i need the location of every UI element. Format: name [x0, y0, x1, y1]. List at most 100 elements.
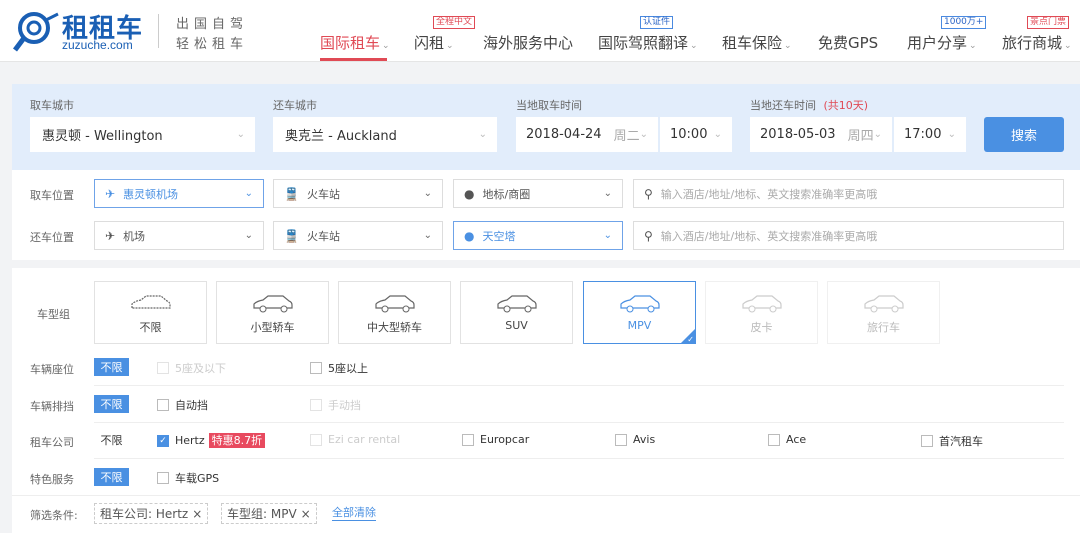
car-type-card-any[interactable]: 不限: [94, 281, 207, 344]
chevron-down-icon: ⌄: [690, 41, 698, 51]
avis-checkbox[interactable]: Avis: [615, 433, 655, 446]
chevron-down-icon: ⌄: [603, 188, 612, 199]
pickup-city-select[interactable]: 惠灵顿 - Wellington ⌄: [30, 117, 255, 152]
return-landmark-select[interactable]: ● 天空塔 ⌄: [453, 221, 623, 250]
nav-service-center[interactable]: 海外服务中心: [483, 32, 573, 53]
return-time-select[interactable]: 17:00 ⌄: [894, 117, 966, 152]
chevron-down-icon: ⌄: [423, 188, 432, 199]
company-label: 租车公司: [30, 436, 74, 449]
option-label: Europcar: [480, 433, 530, 446]
chevron-down-icon: ⌄: [784, 41, 792, 51]
ace-checkbox[interactable]: Ace: [768, 433, 806, 446]
pickup-location-label: 取车位置: [30, 189, 74, 202]
pickup-train-select[interactable]: 🚆 火车站 ⌄: [273, 179, 443, 208]
nav-badge: 认证件: [640, 16, 674, 29]
divider: [94, 385, 1064, 386]
car-icon: [863, 295, 904, 313]
car-type-label: 皮卡: [750, 321, 773, 334]
logo-divider: [158, 14, 159, 48]
pickup-landmark-value: 地标/商圈: [482, 187, 531, 201]
nav-free-gps[interactable]: 免费GPS: [818, 32, 878, 53]
option-label: 首汽租车: [939, 435, 983, 448]
car-type-card-suv[interactable]: SUV: [460, 281, 573, 344]
close-icon[interactable]: ×: [192, 507, 202, 521]
return-airport-select[interactable]: ✈ 机场 ⌄: [94, 221, 264, 250]
chevron-down-icon: ⌄: [244, 230, 253, 241]
return-date-select[interactable]: 2018-05-03 周四 ⌄: [750, 117, 892, 152]
logo-icon[interactable]: [12, 10, 60, 52]
check-icon: ✓: [157, 434, 169, 447]
chevron-down-icon: ⌄: [947, 129, 956, 140]
seats-over-5-checkbox[interactable]: 5座以上: [310, 360, 368, 376]
services-label: 特色服务: [30, 473, 74, 486]
search-placeholder: 输入酒店/地址/地标、英文搜索准确率更高哦: [660, 229, 878, 243]
transmission-any-button[interactable]: 不限: [94, 395, 129, 413]
nav-user-share[interactable]: 用户分享 ⌄: [907, 32, 977, 53]
europcar-checkbox[interactable]: Europcar: [462, 433, 529, 446]
pickup-date-select[interactable]: 2018-04-24 周二 ⌄: [516, 117, 658, 152]
services-any-button[interactable]: 不限: [94, 468, 129, 486]
nav-license-translation[interactable]: 国际驾照翻译 ⌄: [598, 32, 698, 53]
tagline-2: 轻松租车: [176, 37, 249, 52]
car-icon: [741, 295, 782, 313]
search-button[interactable]: 搜索: [984, 117, 1064, 152]
manual-checkbox[interactable]: 手动挡: [310, 397, 361, 413]
car-type-card-pickup: 皮卡: [705, 281, 818, 344]
ezi-checkbox[interactable]: Ezi car rental: [310, 433, 400, 446]
train-icon: 🚆: [284, 228, 299, 243]
return-weekday: 周四: [847, 129, 874, 144]
return-train-select[interactable]: 🚆 火车站 ⌄: [273, 221, 443, 250]
option-label: 手动挡: [328, 399, 361, 412]
gps-checkbox[interactable]: 车载GPS: [157, 470, 219, 486]
company-any-button[interactable]: 不限: [94, 431, 129, 449]
chevron-down-icon: ⌄: [478, 129, 487, 140]
chip-label: 车型组: MPV: [227, 507, 297, 521]
car-type-label: SUV: [505, 319, 528, 332]
divider: [12, 495, 1080, 496]
option-label: Avis: [633, 433, 656, 446]
pickup-address-search[interactable]: ⚲ 输入酒店/地址/地标、英文搜索准确率更高哦: [633, 179, 1064, 208]
close-icon[interactable]: ×: [301, 507, 311, 521]
check-icon: ✓: [687, 335, 694, 344]
seats-any-button[interactable]: 不限: [94, 358, 129, 376]
car-type-card-full-size[interactable]: 中大型轿车: [338, 281, 451, 344]
nav-badge: 1000万+: [941, 16, 987, 29]
return-address-search[interactable]: ⚲ 输入酒店/地址/地标、英文搜索准确率更高哦: [633, 221, 1064, 250]
return-city-value: 奥克兰 - Auckland: [285, 129, 397, 144]
seats-5-or-less-checkbox[interactable]: 5座及以下: [157, 360, 226, 376]
nav-insurance[interactable]: 租车保险 ⌄: [722, 32, 792, 53]
nav-travel-mall[interactable]: 旅行商城 ⌄: [1002, 32, 1072, 53]
chevron-down-icon: ⌄: [423, 230, 432, 241]
logo-domain: zuzuche.com: [62, 38, 133, 52]
pickup-time-select[interactable]: 10:00 ⌄: [660, 117, 732, 152]
filter-chip-company[interactable]: 租车公司: Hertz ×: [94, 503, 209, 524]
divider: [94, 458, 1064, 459]
chevron-down-icon: ⌄: [873, 129, 882, 140]
return-time-value: 17:00: [904, 127, 942, 142]
nav-international-rental[interactable]: 国际租车 ⌄: [320, 32, 390, 53]
transmission-label: 车辆排挡: [30, 400, 74, 413]
pickup-train-value: 火车站: [306, 187, 340, 201]
chevron-down-icon: ⌄: [382, 41, 390, 51]
divider: [94, 422, 1064, 423]
clear-all-link[interactable]: 全部清除: [332, 505, 376, 521]
nav-flash-rental[interactable]: 闪租 ⌄: [414, 32, 454, 53]
shouqi-checkbox[interactable]: 首汽租车: [921, 433, 983, 449]
hertz-checkbox[interactable]: ✓ Hertz 特惠8.7折: [157, 433, 266, 448]
car-type-card-compact[interactable]: 小型轿车: [216, 281, 329, 344]
promo-badge: 特惠8.7折: [208, 433, 266, 448]
filter-chip-car-type[interactable]: 车型组: MPV ×: [221, 503, 317, 524]
car-type-label: 小型轿车: [250, 321, 295, 334]
return-city-select[interactable]: 奥克兰 - Auckland ⌄: [273, 117, 497, 152]
pickup-landmark-select[interactable]: ● 地标/商圈 ⌄: [453, 179, 623, 208]
chevron-down-icon: ⌄: [603, 230, 612, 241]
car-type-card-wagon: 旅行车: [827, 281, 940, 344]
car-icon: [374, 295, 415, 313]
return-train-value: 火车站: [306, 229, 340, 243]
chevron-down-icon: ⌄: [244, 188, 253, 199]
return-landmark-value: 天空塔: [482, 229, 516, 243]
car-type-card-mpv[interactable]: MPV ✓: [583, 281, 696, 344]
automatic-checkbox[interactable]: 自动挡: [157, 397, 208, 413]
pickup-airport-select[interactable]: ✈ 惠灵顿机场 ⌄: [94, 179, 264, 208]
option-label: 自动挡: [175, 399, 208, 412]
